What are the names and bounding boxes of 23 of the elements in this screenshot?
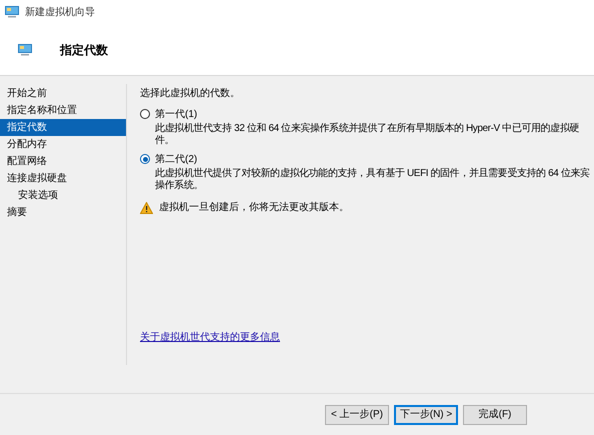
app-icon	[5, 6, 19, 18]
prompt-text: 选择此虚拟机的代数。	[140, 86, 241, 101]
page-icon	[18, 44, 32, 56]
sidebar-item[interactable]: 配置网络	[0, 153, 126, 170]
option-description: 此虚拟机世代支持 32 位和 64 位来宾操作系统并提供了在所有早期版本的 Hyper-V 中已可用的虚拟硬件。	[154, 123, 580, 147]
sidebar-item[interactable]: 连接虚拟硬盘	[0, 170, 126, 187]
generation-radio[interactable]: 第二代(2)	[140, 151, 198, 167]
sidebar-item[interactable]: 分配内存	[0, 136, 126, 153]
sidebar-item[interactable]: 开始之前	[0, 85, 126, 102]
page-title: 指定代数	[60, 42, 108, 58]
sidebar-item[interactable]: 安装选项	[0, 187, 126, 204]
warning-text: 虚拟机一旦创建后，你将无法更改其版本。	[159, 200, 349, 215]
wizard-button[interactable]: 下一步(N) >	[394, 404, 458, 424]
option-description: 此虚拟机世代提供了对较新的虚拟化功能的支持，具有基于 UEFI 的固件，并且需要受支持的 64 位来宾操作系统。	[154, 168, 591, 192]
more-info-link[interactable]: 关于虚拟机世代支持的更多信息	[140, 330, 280, 345]
generation-radio[interactable]: 第一代(1)	[140, 106, 198, 122]
sidebar-item[interactable]: 指定名称和位置	[0, 102, 126, 119]
wizard-button[interactable]: < 上一步(P)	[325, 404, 389, 424]
sidebar-item[interactable]: 指定代数	[0, 119, 126, 136]
sidebar-item[interactable]: 摘要	[0, 204, 126, 221]
wizard-button[interactable]: 完成(F)	[463, 404, 527, 424]
window-title: 新建虚拟机向导	[25, 6, 95, 20]
warning-icon	[140, 202, 153, 214]
